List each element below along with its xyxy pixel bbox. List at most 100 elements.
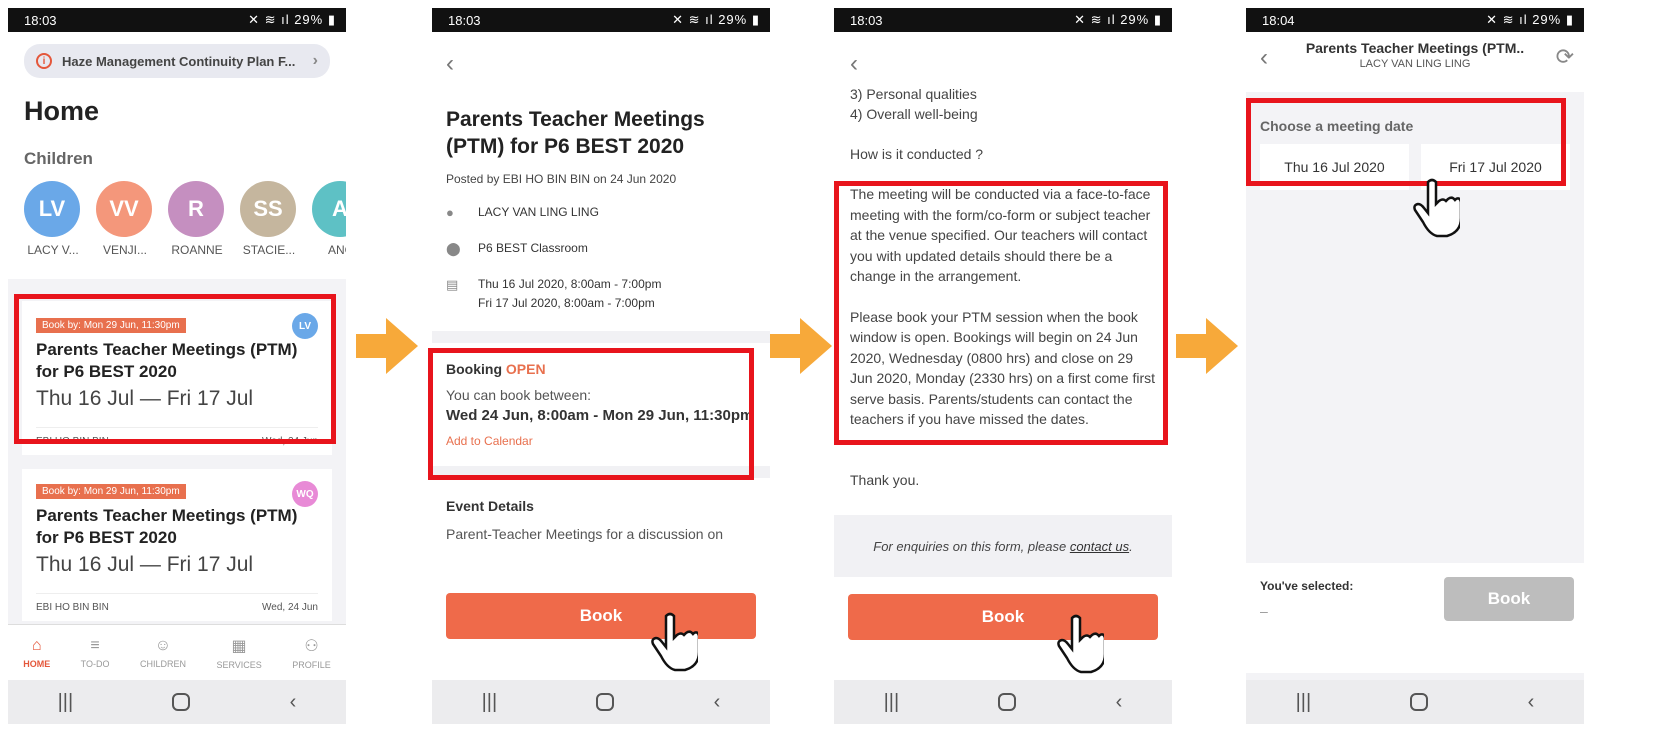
avatar: R <box>168 181 224 237</box>
status-bar: 18:03 ✕ ≋ ıl 29% ▮ <box>432 8 770 32</box>
tap-hand-icon <box>651 612 698 672</box>
alert-text: Haze Management Continuity Plan F... <box>62 53 296 69</box>
list-icon: ≡ <box>90 636 100 654</box>
tab-profile[interactable]: ⚇ PROFILE <box>292 636 331 670</box>
recents-button[interactable]: ||| <box>58 691 74 714</box>
description-line: 3) Personal qualities <box>850 86 977 102</box>
child-avatar[interactable]: LV LACY V... <box>24 181 82 257</box>
child-name: ROANNE <box>171 243 223 257</box>
android-back-button[interactable]: ‹ <box>714 691 721 714</box>
event-card[interactable]: Book by: Mon 29 Jun, 11:30pm WQ Parents … <box>22 469 332 621</box>
arrow-right-icon <box>356 318 418 374</box>
highlight-box <box>428 348 754 480</box>
battery-level: 29% <box>294 12 324 27</box>
description-question: How is it conducted ? <box>850 146 984 162</box>
battery-level: 29% <box>718 12 748 27</box>
location-pin-icon: ⬤ <box>446 241 461 256</box>
card-dates: Thu 16 Jul — Fri 17 Jul <box>36 553 254 576</box>
tab-services[interactable]: ▦ SERVICES <box>216 636 261 670</box>
status-bar: 18:03 ✕ ≋ ıl 29% ▮ <box>8 8 346 32</box>
status-time: 18:03 <box>448 12 481 28</box>
bottom-tab-bar: ⌂ HOME ≡ TO-DO ☺ CHILDREN ▦ SERVICES ⚇ PROFIL… <box>8 624 346 680</box>
children-heading: Children <box>24 149 93 168</box>
status-bar: 18:03 ✕ ≋ ıl 29% ▮ <box>834 8 1172 32</box>
android-nav-bar: ||| ‹ <box>1246 680 1584 724</box>
back-icon[interactable]: ‹ <box>1260 44 1268 72</box>
grid-icon: ▦ <box>231 637 247 655</box>
children-avatar-list: LV LACY V... VV VENJI... R ROANNE SS STACIE... A… <box>24 181 346 257</box>
contact-us-link[interactable]: contact us <box>1070 539 1129 554</box>
booking-subtitle: LACY VAN LING LING <box>1359 58 1471 70</box>
status-time: 18:03 <box>24 12 57 28</box>
posted-by: Posted by EBI HO BIN BIN on 24 Jun 2020 <box>446 172 677 186</box>
android-home-button[interactable] <box>1410 693 1429 711</box>
booking-header: ‹ Parents Teacher Meetings (PTM.. LACY V… <box>1246 32 1584 92</box>
tap-hand-icon <box>1413 178 1460 238</box>
child-name: STACIE... <box>242 243 296 257</box>
recents-button[interactable]: ||| <box>482 691 498 714</box>
event-details-text: Parent-Teacher Meetings for a discussion… <box>446 526 724 542</box>
recents-button[interactable]: ||| <box>884 691 900 714</box>
child-name: ANG <box>327 243 346 257</box>
back-icon[interactable]: ‹ <box>850 50 1156 78</box>
child-name: LACY V... <box>27 243 79 257</box>
book-button[interactable]: Book <box>848 594 1158 640</box>
enquiry-text: For enquiries on this form, please <box>873 538 1067 554</box>
status-time: 18:03 <box>850 12 883 28</box>
card-title: Parents Teacher Meetings (PTM) for P6 BE… <box>36 506 298 547</box>
child-name: VENJI... <box>102 243 147 257</box>
arrow-right-icon <box>1176 318 1238 374</box>
android-home-button[interactable] <box>596 693 615 711</box>
arrow-right-icon <box>770 318 832 374</box>
avatar: SS <box>240 181 296 237</box>
avatar: VV <box>96 181 152 237</box>
status-bar: 18:04 ✕ ≋ ıl 29% ▮ <box>1246 8 1584 32</box>
child-avatar[interactable]: A ANG <box>312 181 346 257</box>
highlight-box <box>1246 98 1566 186</box>
child-avatar[interactable]: R ROANNE <box>168 181 226 257</box>
android-home-button[interactable] <box>998 693 1017 711</box>
smiley-icon: ☺ <box>154 636 172 654</box>
highlight-box <box>834 181 1168 445</box>
tab-home[interactable]: ⌂ HOME <box>23 637 50 669</box>
home-icon: ⌂ <box>31 636 42 654</box>
status-time: 18:04 <box>1262 12 1295 28</box>
tutorial-stage: 18:03 ✕ ≋ ıl 29% ▮ i Haze Management Con… <box>0 0 1667 741</box>
calendar-icon: ▤ <box>446 277 459 292</box>
back-icon[interactable]: ‹ <box>446 50 756 78</box>
chevron-right-icon: › <box>312 52 318 69</box>
venue: P6 BEST Classroom <box>478 241 588 255</box>
book-button-disabled[interactable]: Book <box>1444 577 1574 621</box>
book-by-tag: Book by: Mon 29 Jun, 11:30pm <box>36 484 186 499</box>
android-back-button[interactable]: ‹ <box>290 691 297 714</box>
android-home-button[interactable] <box>172 693 191 711</box>
description-line: 4) Overall well-being <box>850 106 978 122</box>
avatar: A <box>312 181 346 237</box>
android-back-button[interactable]: ‹ <box>1116 691 1123 714</box>
tab-children[interactable]: ☺ CHILDREN <box>140 637 186 669</box>
recents-button[interactable]: ||| <box>1296 691 1312 714</box>
event-date-2: Fri 17 Jul 2020, 8:00am - 7:00pm <box>478 296 655 310</box>
refresh-icon[interactable]: ⟳ <box>1556 44 1574 70</box>
highlight-box <box>14 294 336 444</box>
android-nav-bar: ||| ‹ <box>834 680 1172 724</box>
event-date-1: Thu 16 Jul 2020, 8:00am - 7:00pm <box>478 277 662 291</box>
book-button[interactable]: Book <box>446 593 756 639</box>
thank-you-text: Thank you. <box>850 471 920 488</box>
child-avatar[interactable]: VV VENJI... <box>96 181 154 257</box>
android-nav-bar: ||| ‹ <box>432 680 770 724</box>
tab-todo[interactable]: ≡ TO-DO <box>81 637 110 669</box>
student-name: LACY VAN LING LING <box>478 205 599 219</box>
child-avatar[interactable]: SS STACIE... <box>240 181 298 257</box>
avatar: LV <box>24 181 80 237</box>
event-details-section: Event Details Parent-Teacher Meetings fo… <box>432 478 770 562</box>
battery-level: 29% <box>1120 12 1150 27</box>
haze-alert-banner[interactable]: i Haze Management Continuity Plan F... › <box>24 44 330 78</box>
android-nav-bar: ||| ‹ <box>8 680 346 724</box>
battery-level: 29% <box>1532 12 1562 27</box>
card-posted-date: Wed, 24 Jun <box>262 602 318 613</box>
person-icon: ⚇ <box>304 637 319 655</box>
event-title: Parents Teacher Meetings (PTM) for P6 BE… <box>446 108 705 158</box>
page-title: Home <box>24 96 100 126</box>
android-back-button[interactable]: ‹ <box>1528 691 1535 714</box>
